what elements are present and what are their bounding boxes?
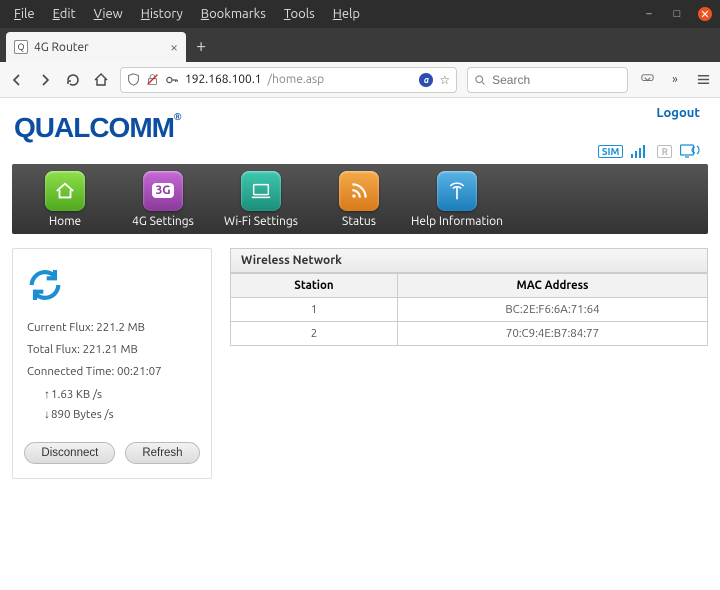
menu-edit[interactable]: Edit (53, 7, 76, 21)
extension-icon[interactable]: a (419, 73, 433, 87)
connected-time: Connected Time: 00:21:07 (27, 361, 199, 383)
sim-icon: SIM (598, 145, 624, 158)
current-flux: Current Flux: 221.2 MB (27, 317, 199, 339)
search-bar[interactable] (467, 67, 628, 93)
browser-toolbar: 192.168.100.1/home.asp a ☆ » (0, 62, 720, 98)
status-indicator-bar: SIM R (598, 144, 700, 158)
table-row: 1BC:2E:F6:6A:71:64 (231, 298, 708, 322)
overflow-chevron-icon[interactable]: » (666, 71, 684, 89)
rss-icon (339, 171, 379, 211)
monitor-wifi-icon (680, 144, 700, 158)
laptop-icon (241, 171, 281, 211)
browser-tab[interactable]: Q 4G Router × (6, 32, 186, 62)
forward-button[interactable] (36, 71, 54, 89)
nav-label: Home (49, 215, 81, 228)
maximize-icon[interactable]: □ (670, 7, 684, 21)
new-tab-button[interactable]: + (186, 36, 216, 62)
page-content: Logout QUALCOMM® SIM R Home 3G 4G Settin… (0, 98, 720, 590)
nav-home[interactable]: Home (16, 171, 114, 228)
lock-warning-icon[interactable] (146, 73, 159, 86)
total-flux: Total Flux: 221.21 MB (27, 339, 199, 361)
content-area: Current Flux: 221.2 MB Total Flux: 221.2… (12, 248, 708, 479)
panel-title: Wireless Network (230, 248, 708, 273)
reload-button[interactable] (64, 71, 82, 89)
nav-4g-settings[interactable]: 3G 4G Settings (114, 171, 212, 228)
url-path: /home.asp (268, 73, 325, 86)
sync-icon (25, 265, 199, 305)
menu-tools[interactable]: Tools (284, 7, 315, 21)
down-arrow-icon: ↓ (43, 405, 51, 426)
close-icon[interactable]: ✕ (698, 7, 712, 21)
disconnect-button[interactable]: Disconnect (24, 442, 115, 464)
flux-card: Current Flux: 221.2 MB Total Flux: 221.2… (12, 248, 212, 479)
qualcomm-logo: QUALCOMM® (12, 104, 708, 148)
url-bar[interactable]: 192.168.100.1/home.asp a ☆ (120, 67, 457, 93)
nav-help[interactable]: Help Information (408, 171, 506, 228)
cellular-icon: 3G (143, 171, 183, 211)
url-host: 192.168.100.1 (185, 73, 262, 86)
tab-favicon-icon: Q (14, 40, 28, 54)
tab-title: 4G Router (34, 41, 89, 54)
menu-file[interactable]: File (14, 7, 35, 21)
wireless-table: Station MAC Address 1BC:2E:F6:6A:71:6427… (230, 273, 708, 346)
hamburger-menu-icon[interactable] (694, 71, 712, 89)
antenna-icon (437, 171, 477, 211)
home-icon (45, 171, 85, 211)
cell-station: 2 (231, 322, 398, 346)
search-input[interactable] (492, 73, 621, 87)
col-station: Station (231, 274, 398, 298)
download-speed: ↓890 Bytes /s (43, 405, 199, 426)
up-arrow-icon: ↑ (43, 385, 51, 406)
nav-label: Status (342, 215, 376, 228)
app-menubar: File Edit View History Bookmarks Tools H… (8, 7, 642, 21)
browser-tabstrip: Q 4G Router × + (0, 28, 720, 62)
nav-wifi-settings[interactable]: Wi-Fi Settings (212, 171, 310, 228)
nav-label: 4G Settings (132, 215, 194, 228)
table-row: 270:C9:4E:B7:84:77 (231, 322, 708, 346)
menu-bookmarks[interactable]: Bookmarks (201, 7, 266, 21)
cell-mac: 70:C9:4E:B7:84:77 (397, 322, 707, 346)
nav-status[interactable]: Status (310, 171, 408, 228)
main-nav: Home 3G 4G Settings Wi-Fi Settings Statu… (12, 164, 708, 234)
pocket-icon[interactable] (638, 71, 656, 89)
window-controls: – □ ✕ (642, 7, 712, 21)
refresh-button[interactable]: Refresh (125, 442, 199, 464)
roaming-icon: R (657, 145, 672, 158)
nav-label: Wi-Fi Settings (224, 215, 298, 228)
upload-speed: ↑1.63 KB /s (43, 385, 199, 406)
cell-mac: BC:2E:F6:6A:71:64 (397, 298, 707, 322)
cell-station: 1 (231, 298, 398, 322)
bookmark-star-icon[interactable]: ☆ (439, 73, 450, 87)
window-titlebar: File Edit View History Bookmarks Tools H… (0, 0, 720, 28)
tab-close-icon[interactable]: × (170, 39, 178, 55)
minimize-icon[interactable]: – (642, 7, 656, 21)
nav-label: Help Information (411, 215, 503, 228)
shield-icon[interactable] (127, 73, 140, 86)
wireless-panel: Wireless Network Station MAC Address 1BC… (230, 248, 708, 479)
logout-link[interactable]: Logout (656, 106, 700, 120)
back-button[interactable] (8, 71, 26, 89)
key-icon (165, 73, 179, 87)
signal-bars-icon (631, 144, 649, 158)
menu-help[interactable]: Help (333, 7, 360, 21)
menu-history[interactable]: History (141, 7, 183, 21)
search-icon (474, 74, 486, 86)
home-button[interactable] (92, 71, 110, 89)
col-mac: MAC Address (397, 274, 707, 298)
menu-view[interactable]: View (94, 7, 123, 21)
